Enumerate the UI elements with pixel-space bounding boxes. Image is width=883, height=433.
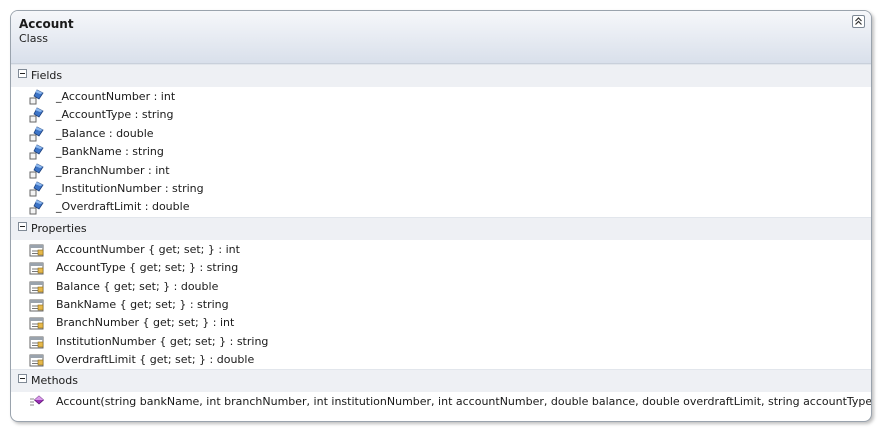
fields-list: _AccountNumber : int _AccountType : strin… bbox=[11, 87, 871, 217]
field-member-label: _BankName : string bbox=[56, 145, 164, 159]
field-icon bbox=[29, 199, 45, 215]
field-member-label: _AccountNumber : int bbox=[56, 90, 176, 103]
method-member-row[interactable]: Account(string bankName, int branchNumbe… bbox=[11, 393, 871, 411]
property-member-label: OverdraftLimit { get; set; } : double bbox=[56, 353, 255, 367]
methods-list: Account(string bankName, int branchNumbe… bbox=[11, 392, 871, 411]
field-member-row[interactable]: _Balance : double bbox=[11, 125, 871, 143]
property-member-label: AccountNumber { get; set; } : int bbox=[56, 242, 240, 256]
property-icon bbox=[29, 334, 45, 350]
field-icon bbox=[29, 163, 45, 179]
methods-label: Methods bbox=[31, 374, 78, 388]
property-icon bbox=[29, 260, 45, 276]
field-icon bbox=[29, 107, 45, 123]
field-member-row[interactable]: _AccountType : string bbox=[11, 106, 871, 124]
properties-list: AccountNumber { get; set; } : int Account… bbox=[11, 240, 871, 370]
fields-compartment-header[interactable]: Fields bbox=[11, 64, 871, 87]
property-icon bbox=[29, 315, 45, 331]
property-member-row[interactable]: BankName { get; set; } : string bbox=[11, 296, 871, 314]
property-icon bbox=[29, 352, 45, 368]
property-icon bbox=[29, 297, 45, 313]
field-member-row[interactable]: _BranchNumber : int bbox=[11, 162, 871, 180]
field-member-label: _AccountType : string bbox=[56, 108, 174, 122]
property-member-row[interactable]: BranchNumber { get; set; } : int bbox=[11, 314, 871, 332]
properties-compartment: Properties AccountNumber { get; set; } :… bbox=[11, 216, 871, 370]
field-member-row[interactable]: _OverdraftLimit : double bbox=[11, 198, 871, 216]
methods-compartment-header[interactable]: Methods bbox=[11, 369, 871, 393]
property-member-row[interactable]: OverdraftLimit { get; set; } : double bbox=[11, 351, 871, 369]
method-icon bbox=[29, 394, 45, 410]
property-icon bbox=[29, 279, 45, 295]
methods-compartment: Methods Account(string bankName, int bra… bbox=[11, 369, 871, 411]
field-icon bbox=[29, 181, 45, 197]
field-member-row[interactable]: _AccountNumber : int bbox=[11, 88, 871, 106]
field-member-row[interactable]: _BankName : string bbox=[11, 143, 871, 161]
class-name: Account bbox=[19, 17, 74, 31]
property-member-row[interactable]: AccountType { get; set; } : string bbox=[11, 259, 871, 277]
property-member-label: AccountType { get; set; } : string bbox=[56, 261, 239, 275]
field-member-label: _OverdraftLimit : double bbox=[56, 200, 190, 214]
property-member-label: BankName { get; set; } : string bbox=[56, 297, 229, 311]
field-member-row[interactable]: _InstitutionNumber : string bbox=[11, 180, 871, 198]
class-kind: Class bbox=[19, 32, 48, 45]
field-icon bbox=[29, 89, 45, 105]
class-shape-account[interactable]: Account Class Fields _AccountNumber : in… bbox=[10, 10, 872, 422]
field-icon bbox=[29, 144, 45, 160]
field-member-label: _InstitutionNumber : string bbox=[56, 181, 204, 195]
fields-compartment: Fields _AccountNumber : int _AccountType … bbox=[11, 64, 871, 217]
minus-box-icon[interactable] bbox=[18, 374, 27, 384]
property-icon bbox=[29, 242, 45, 258]
property-member-row[interactable]: AccountNumber { get; set; } : int bbox=[11, 241, 871, 259]
class-header[interactable]: Account Class bbox=[11, 11, 871, 64]
properties-label: Properties bbox=[31, 221, 87, 235]
property-member-label: Balance { get; set; } : double bbox=[56, 279, 219, 293]
fields-label: Fields bbox=[31, 69, 63, 82]
field-icon bbox=[29, 126, 45, 142]
property-member-row[interactable]: Balance { get; set; } : double bbox=[11, 278, 871, 296]
double-chevron-up-icon[interactable] bbox=[852, 15, 865, 28]
field-member-label: _Balance : double bbox=[56, 126, 154, 140]
field-member-label: _BranchNumber : int bbox=[56, 163, 170, 177]
properties-compartment-header[interactable]: Properties bbox=[11, 216, 871, 240]
property-member-row[interactable]: InstitutionNumber { get; set; } : string bbox=[11, 333, 871, 351]
minus-box-icon[interactable] bbox=[18, 69, 27, 78]
minus-box-icon[interactable] bbox=[18, 221, 27, 231]
property-member-label: InstitutionNumber { get; set; } : string bbox=[56, 334, 269, 348]
method-member-label: Account(string bankName, int branchNumbe… bbox=[56, 395, 872, 409]
property-member-label: BranchNumber { get; set; } : int bbox=[56, 316, 235, 330]
